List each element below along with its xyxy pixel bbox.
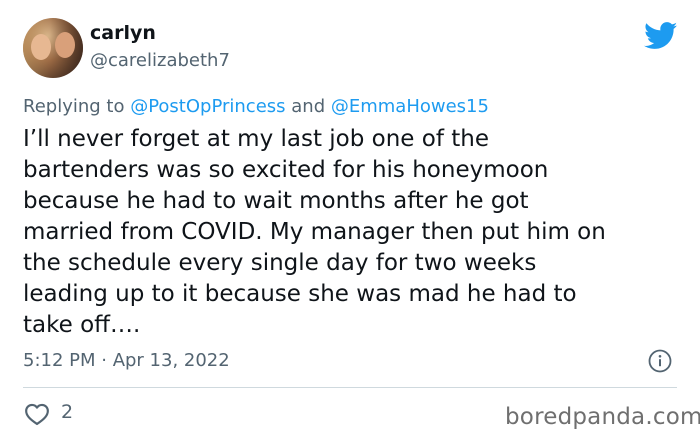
heart-icon[interactable] xyxy=(24,402,50,426)
info-icon[interactable] xyxy=(648,349,672,373)
display-name[interactable]: carlyn xyxy=(90,22,156,44)
twitter-bird-icon xyxy=(644,22,678,49)
avatar-face-left xyxy=(31,34,51,60)
user-handle[interactable]: @carelizabeth7 xyxy=(90,50,230,71)
tweet-text: I’ll never forget at my last job one of … xyxy=(23,126,606,338)
tweet-timestamp[interactable]: 5:12 PM · Apr 13, 2022 xyxy=(23,350,230,371)
like-count[interactable]: 2 xyxy=(61,401,73,423)
avatar[interactable] xyxy=(23,18,83,78)
divider xyxy=(23,387,677,388)
reply-context: Replying to @PostOpPrincess and @EmmaHow… xyxy=(23,96,489,117)
mention-postopprincess[interactable]: @PostOpPrincess xyxy=(130,96,285,117)
avatar-face-right xyxy=(55,32,75,58)
reply-conjunction: and xyxy=(285,96,331,117)
mention-emmahowes15[interactable]: @EmmaHowes15 xyxy=(331,96,489,117)
reply-prefix: Replying to xyxy=(23,96,131,117)
watermark: boredpanda.com xyxy=(505,404,700,430)
